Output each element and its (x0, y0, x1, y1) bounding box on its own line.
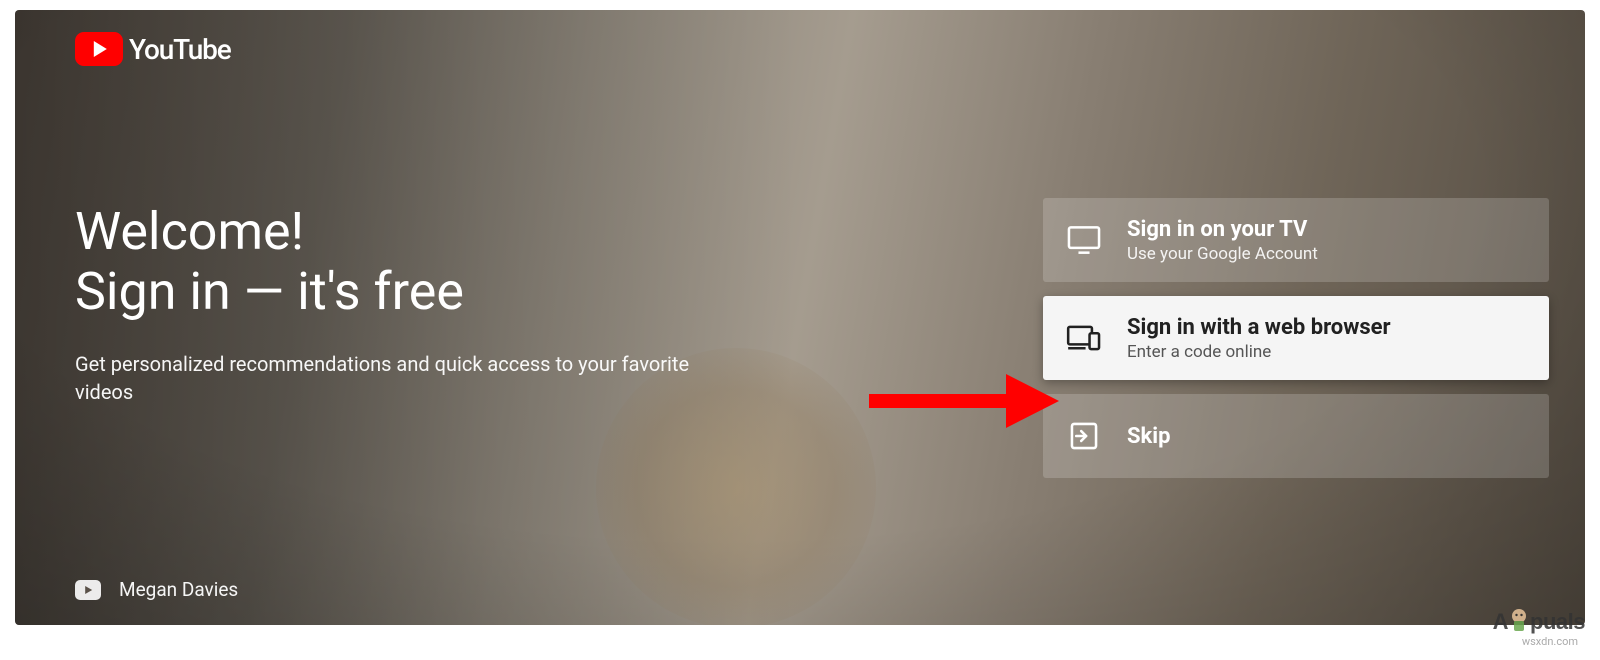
youtube-small-icon (75, 580, 101, 600)
video-credit: Megan Davies (75, 578, 238, 601)
sign-in-browser-button[interactable]: Sign in with a web browser Enter a code … (1043, 296, 1549, 380)
skip-button[interactable]: Skip (1043, 394, 1549, 478)
youtube-wordmark: YouTube (129, 33, 231, 66)
sign-in-screen: YouTube Welcome! Sign in — it's free Get… (15, 10, 1585, 625)
sign-in-tv-button[interactable]: Sign in on your TV Use your Google Accou… (1043, 198, 1549, 282)
youtube-logo: YouTube (75, 32, 231, 66)
sign-in-tv-title: Sign in on your TV (1127, 217, 1318, 242)
welcome-heading-line2: Sign in — it's free (75, 261, 464, 322)
sign-in-browser-title: Sign in with a web browser (1127, 315, 1391, 340)
watermark-logo: Apuals (1493, 607, 1585, 635)
watermark-text-right: puals (1530, 609, 1585, 634)
exit-icon (1065, 417, 1103, 455)
devices-icon (1065, 319, 1103, 357)
sign-in-options: Sign in on your TV Use your Google Accou… (1043, 198, 1549, 478)
watermark-mascot-icon (1508, 607, 1530, 633)
welcome-heading: Welcome! Sign in — it's free (75, 202, 695, 322)
skip-title: Skip (1127, 424, 1171, 449)
credit-channel-name: Megan Davies (119, 578, 238, 601)
sign-in-browser-subtitle: Enter a code online (1127, 342, 1391, 362)
domain-watermark: wsxdn.com (1522, 635, 1578, 648)
youtube-play-icon (75, 32, 123, 66)
watermark-text-left: A (1493, 609, 1508, 634)
sign-in-tv-subtitle: Use your Google Account (1127, 244, 1318, 264)
welcome-heading-line1: Welcome! (75, 201, 304, 262)
tv-icon (1065, 221, 1103, 259)
welcome-block: Welcome! Sign in — it's free Get persona… (75, 202, 695, 406)
welcome-subtitle: Get personalized recommendations and qui… (75, 350, 695, 406)
